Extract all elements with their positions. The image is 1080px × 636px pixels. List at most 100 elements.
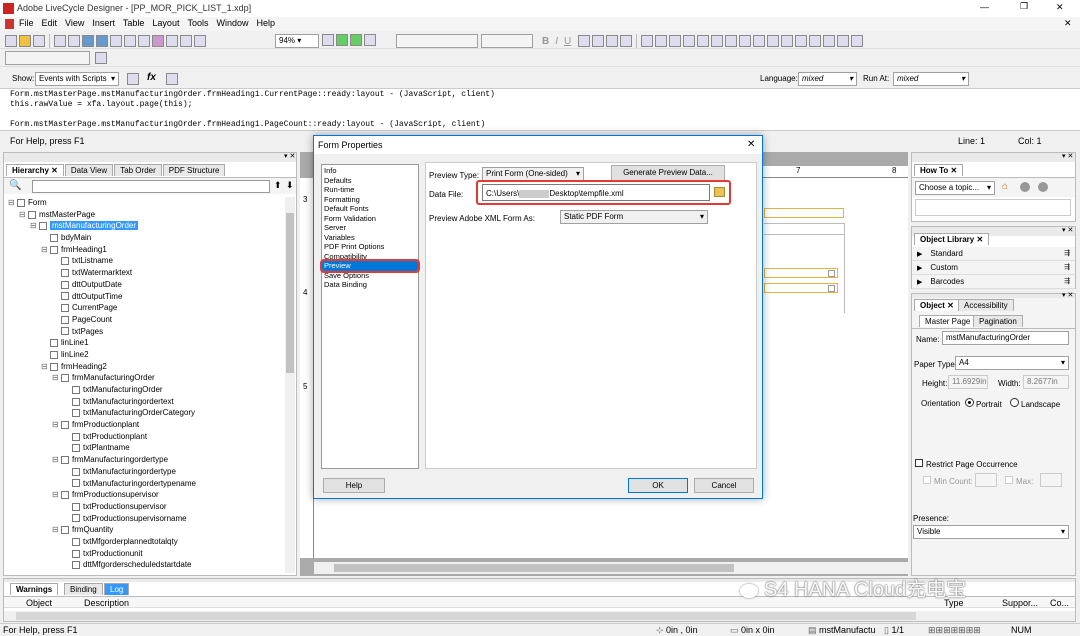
script-icon[interactable] [127,73,139,85]
tree-item[interactable]: txtManufacturingordertext [8,396,286,408]
move-down-icon[interactable]: ⬇ [286,180,294,191]
tree-item[interactable]: linLine1 [8,337,286,349]
landscape-radio[interactable] [1010,398,1019,407]
align-center-icon[interactable] [592,35,605,47]
menu-layout[interactable]: Layout [152,18,179,28]
script-editor[interactable]: Form.mstMasterPage.mstManufacturingOrder… [0,88,1080,131]
tree-item[interactable]: txtManufacturingOrder [8,384,286,396]
page-icon[interactable] [166,35,178,47]
tree-item[interactable]: txtPlantname [8,442,286,454]
tab-object[interactable]: Object ✕ [914,299,960,311]
tab-pagination[interactable]: Pagination [973,315,1023,327]
tree-item[interactable]: ⊟ mstManufacturingOrder [8,220,286,232]
tree-item[interactable]: ⊟ mstMasterPage [8,209,286,221]
bold-button[interactable]: B [542,36,549,47]
align-obj5-icon[interactable] [697,35,710,47]
category-item[interactable]: Server [322,223,418,233]
cancel-button[interactable]: Cancel [694,478,754,493]
restore-button[interactable]: ❐ [1020,1,1028,12]
tree-item[interactable]: ⊟ frmHeading1 [8,244,286,256]
category-item[interactable]: Formatting [322,195,418,205]
width-input[interactable]: 8.2677in [1023,375,1069,389]
tree-item[interactable]: txtListname [8,255,286,267]
portrait-radio[interactable] [965,398,974,407]
library-group[interactable]: ▶ Standard ⇶ [912,247,1075,261]
name-input[interactable]: mstManufacturingOrder [942,331,1069,345]
category-item[interactable]: Save Options [322,271,418,281]
check-syntax-icon[interactable] [166,73,178,85]
category-item[interactable]: Defaults [322,176,418,186]
tab-data-view[interactable]: Data View [64,164,114,176]
hierarchy-search-input[interactable] [32,180,270,193]
align-obj14-icon[interactable] [823,35,836,47]
align-obj7-icon[interactable] [725,35,738,47]
min-count-input[interactable] [975,473,997,487]
menu-window[interactable]: Window [216,18,248,28]
tree-item[interactable]: dttOutputDate [8,279,286,291]
align-obj3-icon[interactable] [669,35,682,47]
tree-item[interactable]: txtProductionunit [8,548,286,560]
new-icon[interactable] [5,35,17,47]
align-left-icon[interactable] [578,35,591,47]
category-item[interactable]: Default Fonts [322,204,418,214]
library-group[interactable]: ▶ Custom ⇶ [912,261,1075,275]
expand-icon[interactable]: ⊟ [52,524,61,536]
tab-object-library[interactable]: Object Library ✕ [914,233,990,245]
category-item[interactable]: Info [322,166,418,176]
height-input[interactable]: 11.6929in [948,375,988,389]
align-obj12-icon[interactable] [795,35,808,47]
menu-insert[interactable]: Insert [92,18,115,28]
zoom-fit-icon[interactable] [194,35,206,47]
menu-view[interactable]: View [65,18,84,28]
tree-item[interactable]: ⊟ frmManufacturingordertype [8,454,286,466]
tree-item[interactable]: ⊟ Form [8,197,286,209]
italic-button[interactable]: I [555,36,558,47]
library-menu-icon[interactable]: ⇶ [1064,247,1070,261]
doc-close-icon[interactable]: ✕ [1064,18,1072,29]
tab-pdf-structure[interactable]: PDF Structure [162,164,226,176]
grid-icon[interactable] [138,35,150,47]
close-button[interactable]: ✕ [1056,2,1064,13]
ok-button[interactable]: OK [628,478,688,493]
home-icon[interactable]: ⌂ [1002,181,1008,192]
tab-binding[interactable]: Binding [64,583,103,595]
tree-item[interactable]: txtManufacturingordertype [8,466,286,478]
open-icon[interactable] [19,35,31,47]
tab-master-page[interactable]: Master Page [919,315,977,327]
run-at-select[interactable]: mixed ▾ [893,72,969,86]
category-item[interactable]: Data Binding [322,280,418,290]
style-icon[interactable] [95,52,107,64]
tree-item[interactable]: bdyMain [8,232,286,244]
tree-item[interactable]: txtProductionplant [8,431,286,443]
tab-howto[interactable]: How To ✕ [914,164,964,176]
panel-menu-icon[interactable]: ▾ ✕ [284,152,295,160]
save-icon[interactable] [33,35,45,47]
align-obj10-icon[interactable] [767,35,780,47]
expand-icon[interactable]: ⊟ [41,244,50,256]
align-right-icon[interactable] [606,35,619,47]
category-item[interactable]: Preview [320,259,420,273]
image-icon[interactable] [152,35,164,47]
dialog-close-button[interactable]: ✕ [747,139,755,150]
tab-tab-order[interactable]: Tab Order [114,164,162,176]
find-icon[interactable] [110,35,122,47]
tree-item[interactable]: dttMfgorderscheduledstartdate [8,559,286,571]
generate-preview-data-button[interactable]: Generate Preview Data... [611,165,725,181]
align-obj1-icon[interactable] [641,35,654,47]
expand-icon[interactable]: ⊟ [52,372,61,384]
align-obj8-icon[interactable] [739,35,752,47]
align-obj2-icon[interactable] [655,35,668,47]
style-select[interactable] [5,51,90,65]
undo-icon[interactable] [82,35,94,47]
preview-as-select[interactable]: Static PDF Form ▾ [560,210,708,224]
tree-item[interactable]: linLine2 [8,349,286,361]
max-input[interactable] [1040,473,1062,487]
tree-item[interactable]: txtPages [8,326,286,338]
tree-item[interactable]: PageCount [8,314,286,326]
tree-item[interactable]: ⊟ frmProductionplant [8,419,286,431]
preview-icon[interactable] [336,34,348,46]
expand-icon[interactable]: ⊟ [8,197,17,209]
tab-hierarchy[interactable]: Hierarchy ✕ [6,164,64,176]
library-menu-icon[interactable]: ⇶ [1064,261,1070,275]
align-obj13-icon[interactable] [809,35,822,47]
